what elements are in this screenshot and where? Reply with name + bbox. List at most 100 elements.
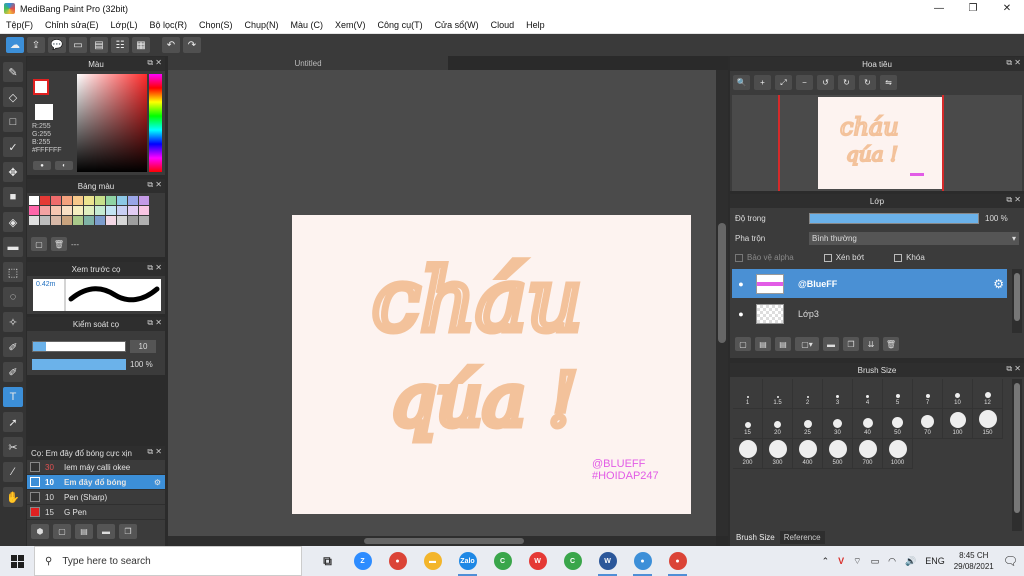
taskbar-app-zoom[interactable]: Z	[345, 546, 380, 576]
menu-color[interactable]: Màu (C)	[285, 20, 330, 30]
canvas-vertical-scrollbar[interactable]	[716, 70, 728, 536]
brush-size-cell[interactable]: 200	[733, 439, 763, 469]
flip-icon[interactable]: ⇋	[880, 75, 897, 90]
menu-window[interactable]: Cửa sổ(W)	[429, 20, 485, 30]
brush-size-cell[interactable]: 300	[763, 439, 793, 469]
palette-swatch[interactable]	[106, 216, 116, 225]
brush-list-item[interactable]: 10 Em đây đổ bóng ⚙	[27, 475, 165, 490]
brush-tool-icon[interactable]: ✎	[3, 62, 23, 82]
protect-alpha-checkbox[interactable]: Bảo vệ alpha	[735, 253, 794, 262]
drawing-canvas[interactable]: cháu qúa ! @BLUEFF #HOIDAP247	[292, 215, 691, 514]
volume-icon[interactable]: 🔊	[905, 556, 916, 567]
palette-swatch[interactable]	[84, 206, 94, 215]
clock[interactable]: 8:45 CH 29/08/2021	[954, 550, 994, 572]
navigator-view[interactable]: cháu qúa !	[732, 95, 1022, 191]
color-mode-button[interactable]: ●	[33, 161, 51, 170]
menu-file[interactable]: Tệp(F)	[0, 20, 39, 30]
hue-slider[interactable]	[149, 74, 162, 172]
eraser-tool-icon[interactable]: ◇	[3, 87, 23, 107]
blend-mode-select[interactable]: Bình thường ▾	[809, 232, 1019, 245]
select-eraser-tool-icon[interactable]: ✐	[3, 362, 23, 382]
taskbar-app-file-explorer[interactable]: ▬	[415, 546, 450, 576]
fill-rect-tool-icon[interactable]: ■	[3, 187, 23, 207]
palette-swatch[interactable]	[51, 196, 61, 205]
start-button[interactable]	[0, 546, 34, 576]
palette-swatch[interactable]	[95, 196, 105, 205]
menu-cloud[interactable]: Cloud	[485, 20, 521, 30]
panel-float-close-icon[interactable]: ⧉ ✕	[147, 263, 162, 273]
add-layer-menu-icon[interactable]: ▢▾	[795, 337, 819, 351]
brush-size-cell[interactable]: 20	[763, 409, 793, 439]
taskbar-app-zalo[interactable]: Zalo	[450, 546, 485, 576]
taskbar-app-coccoc-2[interactable]: C	[555, 546, 590, 576]
layer-opacity-slider[interactable]	[809, 213, 979, 224]
battery-icon[interactable]: ▭	[871, 556, 880, 567]
palette-swatch[interactable]	[29, 216, 39, 225]
bucket-tool-icon[interactable]: ◈	[3, 212, 23, 232]
palette-swatch[interactable]	[95, 216, 105, 225]
zoom-out-icon[interactable]: −	[796, 75, 813, 90]
brush-folder-icon[interactable]: ▬	[97, 524, 115, 539]
palette-swatch[interactable]	[73, 216, 83, 225]
panel-float-close-icon[interactable]: ⧉ ✕	[1006, 195, 1021, 205]
magic-wand-tool-icon[interactable]: ✧	[3, 312, 23, 332]
eyedropper-tool-icon[interactable]: ⁄	[3, 462, 23, 482]
lock-checkbox[interactable]: Khóa	[894, 253, 925, 262]
palette-swatch[interactable]	[139, 216, 149, 225]
palette-swatch[interactable]	[117, 196, 127, 205]
tab-reference[interactable]: Reference	[779, 531, 825, 544]
taskbar-app-chrome-2[interactable]: ●	[660, 546, 695, 576]
palette-swatch[interactable]	[62, 216, 72, 225]
maximize-button[interactable]: ❐	[956, 0, 990, 17]
merge-layer-icon[interactable]: ⇊	[863, 337, 879, 351]
brush-size-cell[interactable]: 700	[853, 439, 883, 469]
clipping-checkbox[interactable]: Xén bớt	[823, 253, 864, 262]
taskbar-app-word[interactable]: W	[590, 546, 625, 576]
wifi-icon[interactable]: ◠	[888, 556, 896, 567]
palette-swatch[interactable]	[117, 216, 127, 225]
new-8bit-layer-icon[interactable]: ▤	[775, 337, 791, 351]
gradient-tool-icon[interactable]: ▬	[3, 237, 23, 257]
visibility-icon[interactable]: ●	[732, 309, 750, 319]
delete-palette-icon[interactable]: 🗑	[51, 237, 67, 251]
new-layer-icon[interactable]: ▢	[735, 337, 751, 351]
menu-view[interactable]: Xem(V)	[329, 20, 372, 30]
brush-size-cell[interactable]: 25	[793, 409, 823, 439]
menu-select[interactable]: Chọn(S)	[193, 20, 239, 30]
brush-size-cell[interactable]: 40	[853, 409, 883, 439]
rotate-reset-icon[interactable]: ↻	[859, 75, 876, 90]
gear-icon[interactable]: ⚙	[154, 478, 161, 487]
brush-size-cell[interactable]: 4	[853, 379, 883, 409]
marquee-tool-icon[interactable]: ⬚	[3, 262, 23, 282]
brush-list-item[interactable]: 15 G Pen	[27, 505, 165, 520]
brush-size-scrollbar[interactable]	[1012, 379, 1022, 531]
select-pen-tool-icon[interactable]: ✓	[3, 137, 23, 157]
close-button[interactable]: ✕	[990, 0, 1024, 17]
palette-swatch[interactable]	[40, 216, 50, 225]
brush-size-cell[interactable]: 70	[913, 409, 943, 439]
new-palette-icon[interactable]: ▢	[31, 237, 47, 251]
brush-opacity-slider[interactable]	[32, 359, 126, 370]
panel-float-close-icon[interactable]: ⧉ ✕	[147, 58, 162, 68]
gear-icon[interactable]: ⚙	[993, 277, 1004, 291]
brush-size-cell[interactable]: 5	[883, 379, 913, 409]
delete-layer-icon[interactable]: 🗑	[883, 337, 899, 351]
lasso-tool-icon[interactable]: ◌	[3, 287, 23, 307]
taskbar-app-wps[interactable]: W	[520, 546, 555, 576]
brush-size-cell[interactable]: 30	[823, 409, 853, 439]
brush-size-cell[interactable]: 2	[793, 379, 823, 409]
palette-swatch[interactable]	[128, 216, 138, 225]
brush-size-cell[interactable]: 50	[883, 409, 913, 439]
panel-float-close-icon[interactable]: ⧉ ✕	[147, 180, 162, 190]
vivaldi-tray-icon[interactable]: V	[838, 556, 844, 566]
brush-size-cell[interactable]: 3	[823, 379, 853, 409]
select-brush-tool-icon[interactable]: ✐	[3, 337, 23, 357]
saturation-value-picker[interactable]	[77, 74, 147, 172]
palette-swatch[interactable]	[62, 196, 72, 205]
panel-float-close-icon[interactable]: ⧉ ✕	[1006, 364, 1021, 374]
palette-swatch[interactable]	[51, 216, 61, 225]
brush-copy-icon[interactable]: ❐	[119, 524, 137, 539]
fit-icon[interactable]: ⤢	[775, 75, 792, 90]
palette-swatch[interactable]	[84, 216, 94, 225]
brush-list-item[interactable]: 30 Iem máy calli okee	[27, 460, 165, 475]
